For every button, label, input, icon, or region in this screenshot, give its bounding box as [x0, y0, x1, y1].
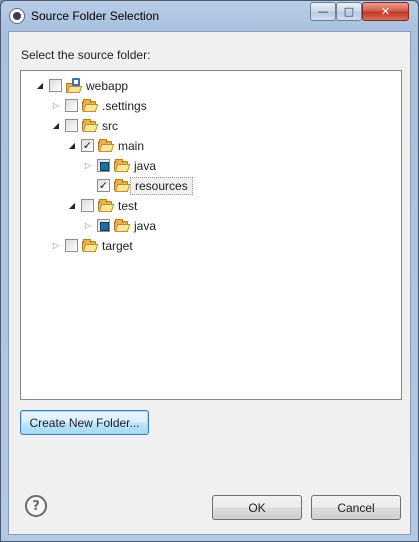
- collapse-twisty-icon[interactable]: ◢: [67, 200, 77, 212]
- help-icon[interactable]: ?: [25, 495, 47, 517]
- tree-item-label: src: [102, 119, 118, 133]
- tree-item-java-4[interactable]: ▷ java: [21, 156, 401, 176]
- tree-item-java-7[interactable]: ▷ java: [21, 216, 401, 236]
- cancel-button[interactable]: Cancel: [311, 495, 401, 520]
- title-bar[interactable]: Source Folder Selection — □ ✕: [1, 1, 418, 31]
- maximize-button[interactable]: □: [336, 2, 362, 21]
- folder-icon: [114, 219, 131, 232]
- tree-checkbox[interactable]: ✓: [97, 179, 110, 192]
- prompt-label: Select the source folder:: [21, 48, 151, 62]
- expand-twisty-icon[interactable]: ▷: [83, 220, 93, 232]
- folder-icon: [82, 99, 99, 112]
- tree-checkbox[interactable]: [65, 99, 78, 112]
- tree-checkbox[interactable]: [65, 119, 78, 132]
- tree-checkbox[interactable]: [65, 239, 78, 252]
- tree-checkbox[interactable]: [49, 79, 62, 92]
- create-new-folder-button[interactable]: Create New Folder...: [20, 410, 149, 435]
- tree-item-label: webapp: [86, 79, 129, 93]
- folder-tree[interactable]: ◢ webapp ▷ .settings ◢ src ◢ ✓ main ▷ java ✓ resourc…: [20, 70, 402, 400]
- collapse-twisty-icon[interactable]: ◢: [35, 80, 45, 92]
- tree-item-main-3[interactable]: ◢ ✓ main: [21, 136, 401, 156]
- collapse-twisty-icon[interactable]: ◢: [51, 120, 61, 132]
- folder-icon: [114, 159, 131, 172]
- tree-item-src-2[interactable]: ◢ src: [21, 116, 401, 136]
- tree-checkbox[interactable]: [97, 219, 110, 232]
- minimize-button[interactable]: —: [310, 2, 336, 21]
- tree-item-label: java: [134, 219, 157, 233]
- tree-item-test-6[interactable]: ◢ test: [21, 196, 401, 216]
- folder-icon: [98, 199, 115, 212]
- tree-checkbox[interactable]: [97, 159, 110, 172]
- folder-icon: [82, 239, 99, 252]
- tree-checkbox[interactable]: [81, 199, 94, 212]
- tree-item-label: test: [118, 199, 138, 213]
- tree-item-label: .settings: [102, 99, 147, 113]
- tree-item-resources-5[interactable]: ✓ resources: [21, 176, 401, 196]
- tree-item-label: main: [118, 139, 145, 153]
- collapse-twisty-icon[interactable]: ◢: [67, 140, 77, 152]
- expand-twisty-icon[interactable]: ▷: [83, 160, 93, 172]
- expand-twisty-icon[interactable]: ▷: [51, 100, 61, 112]
- tree-checkbox[interactable]: ✓: [81, 139, 94, 152]
- tree-item-settings-1[interactable]: ▷ .settings: [21, 96, 401, 116]
- dialog-window: Source Folder Selection — □ ✕ Select the…: [0, 0, 419, 542]
- window-title: Source Folder Selection: [31, 9, 160, 23]
- eclipse-app-icon: [9, 8, 25, 24]
- folder-icon: [114, 179, 131, 192]
- tree-item-webapp-0[interactable]: ◢ webapp: [21, 76, 401, 96]
- tree-item-target-8[interactable]: ▷ target: [21, 236, 401, 256]
- tree-item-label: target: [102, 239, 133, 253]
- dialog-body: Select the source folder: ◢ webapp ▷ .setti…: [8, 31, 411, 535]
- tree-item-label: java: [134, 159, 157, 173]
- folder-icon: [82, 119, 99, 132]
- folder-icon: [98, 139, 115, 152]
- ok-button[interactable]: OK: [212, 495, 302, 520]
- tree-item-label: resources: [130, 177, 193, 195]
- project-icon: [66, 78, 83, 94]
- close-button[interactable]: ✕: [362, 2, 409, 21]
- expand-twisty-icon[interactable]: ▷: [51, 240, 61, 252]
